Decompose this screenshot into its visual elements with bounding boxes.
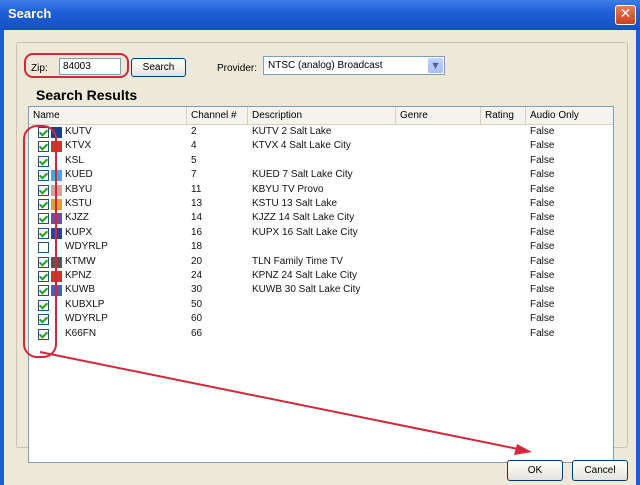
ok-button[interactable]: OK bbox=[507, 460, 563, 481]
annotation-arrow bbox=[39, 351, 532, 455]
cancel-button[interactable]: Cancel bbox=[572, 460, 628, 481]
